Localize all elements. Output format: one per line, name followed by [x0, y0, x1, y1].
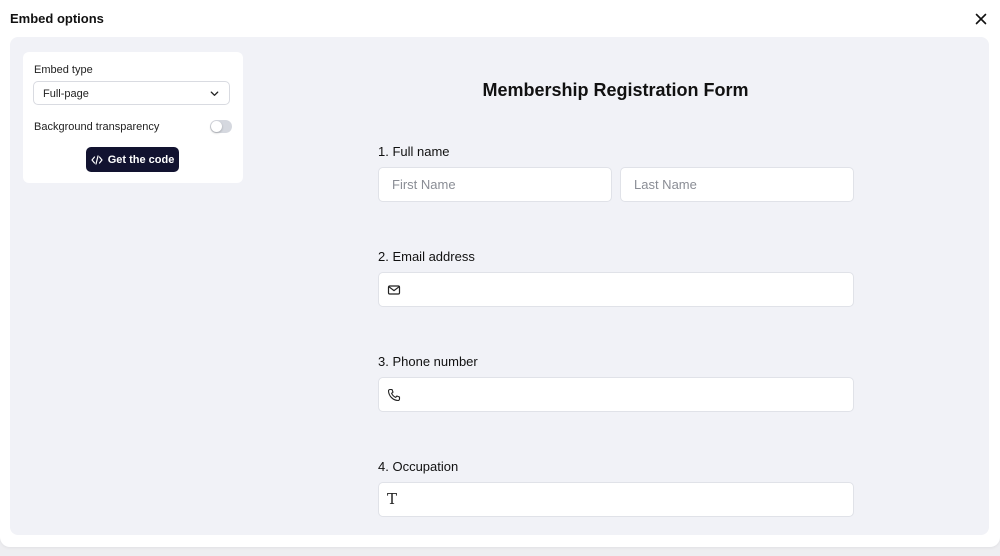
phone-input[interactable] — [379, 378, 853, 411]
embed-type-label: Embed type — [34, 64, 93, 76]
background-transparency-toggle[interactable] — [210, 120, 232, 133]
close-icon — [975, 13, 987, 25]
occupation-field[interactable]: T — [378, 482, 854, 517]
embed-options-modal: Embed options Embed type Full-page Backg… — [0, 0, 1000, 547]
chevron-down-icon — [210, 91, 219, 96]
question-full-name-label: 1. Full name — [378, 144, 450, 159]
occupation-input[interactable] — [379, 483, 853, 516]
phone-icon — [387, 388, 401, 402]
last-name-field[interactable] — [620, 167, 854, 202]
email-input[interactable] — [379, 273, 853, 306]
mail-icon — [387, 285, 401, 295]
preview-canvas: Embed type Full-page Background transpar… — [10, 37, 989, 535]
text-type-icon: T — [387, 490, 398, 508]
last-name-input[interactable] — [621, 168, 853, 201]
embed-settings-panel: Embed type Full-page Background transpar… — [23, 52, 243, 183]
close-button[interactable] — [972, 10, 990, 28]
code-icon — [91, 154, 103, 165]
question-occupation-label: 4. Occupation — [378, 459, 459, 474]
modal-title: Embed options — [10, 11, 104, 26]
get-the-code-label: Get the code — [107, 153, 175, 166]
embed-type-select[interactable]: Full-page — [33, 81, 230, 105]
question-email-label: 2. Email address — [378, 249, 475, 264]
question-phone-label: 3. Phone number — [378, 354, 478, 369]
phone-field[interactable] — [378, 377, 854, 412]
get-the-code-button[interactable]: Get the code — [86, 147, 179, 172]
embed-type-value: Full-page — [43, 88, 89, 100]
first-name-input[interactable] — [379, 168, 611, 201]
background-transparency-label: Background transparency — [34, 121, 160, 133]
email-field[interactable] — [378, 272, 854, 307]
form-title: Membership Registration Form — [482, 80, 749, 100]
first-name-field[interactable] — [378, 167, 612, 202]
toggle-knob — [211, 121, 222, 132]
